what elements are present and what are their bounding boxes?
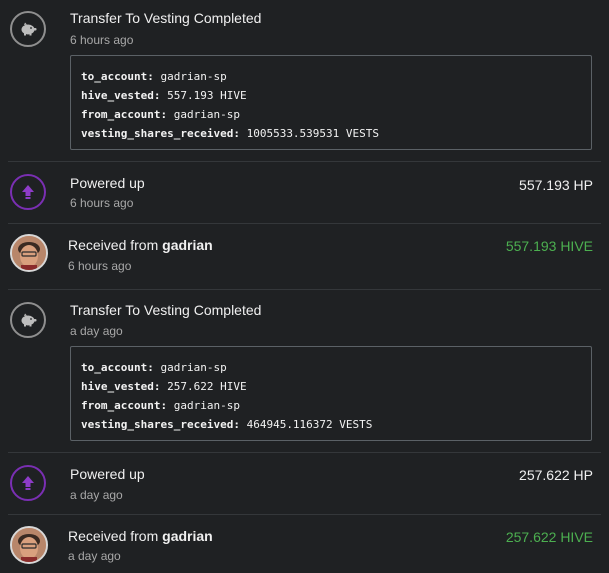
detail-row: hive_vested: 257.622 HIVE [81,377,581,396]
operation-details: to_account: gadrian-sp hive_vested: 257.… [70,346,592,441]
detail-key: from_account: [81,108,168,121]
amount: 257.622 HP [519,467,593,483]
title-prefix: Received from [68,237,159,253]
detail-key: from_account: [81,399,168,412]
detail-key: hive_vested: [81,89,161,102]
detail-value: 557.193 HIVE [167,89,247,102]
detail-row: from_account: gadrian-sp [81,105,581,124]
divider [8,514,601,515]
piggy-bank-icon [10,302,46,338]
detail-key: hive_vested: [81,380,161,393]
event-time: 6 hours ago [68,259,132,273]
detail-value: 257.622 HIVE [167,380,247,393]
amount: 557.193 HIVE [505,238,593,254]
event-time: a day ago [70,488,123,502]
detail-key: vesting_shares_received: [81,127,240,140]
event-title: Powered up [70,466,145,482]
event-time: a day ago [70,324,123,338]
detail-value: 1005533.539531 VESTS [246,127,380,140]
detail-key: vesting_shares_received: [81,418,240,431]
event-time: 6 hours ago [70,196,134,210]
detail-value: gadrian-sp [173,108,240,121]
detail-row: from_account: gadrian-sp [81,396,581,415]
detail-value: 464945.116372 VESTS [246,418,373,431]
detail-row: hive_vested: 557.193 HIVE [81,86,581,105]
arrow-up-icon [10,465,46,501]
detail-value: gadrian-sp [173,399,240,412]
piggy-bank-icon [10,11,46,47]
title-prefix: Received from [68,528,159,544]
detail-key: to_account: [81,70,154,83]
event-title: Received from gadrian [68,237,213,253]
avatar[interactable] [10,526,48,564]
divider [8,223,601,224]
detail-value: gadrian-sp [160,70,227,83]
divider [8,161,601,162]
arrow-up-icon [10,174,46,210]
sender-username[interactable]: gadrian [162,237,213,253]
detail-row: vesting_shares_received: 1005533.539531 … [81,124,581,143]
divider [8,452,601,453]
amount: 257.622 HIVE [505,529,593,545]
detail-value: gadrian-sp [160,361,227,374]
event-time: a day ago [68,549,121,563]
event-title: Received from gadrian [68,528,213,544]
detail-row: to_account: gadrian-sp [81,358,581,377]
detail-key: to_account: [81,361,154,374]
amount: 557.193 HP [519,177,593,193]
sender-username[interactable]: gadrian [162,528,213,544]
detail-row: vesting_shares_received: 464945.116372 V… [81,415,581,434]
event-title: Powered up [70,175,145,191]
activity-feed: Transfer To Vesting Completed 6 hours ag… [0,0,609,573]
avatar[interactable] [10,234,48,272]
event-title: Transfer To Vesting Completed [70,302,262,318]
operation-details: to_account: gadrian-sp hive_vested: 557.… [70,55,592,150]
event-time: 6 hours ago [70,33,134,47]
event-title: Transfer To Vesting Completed [70,10,262,26]
divider [8,289,601,290]
detail-row: to_account: gadrian-sp [81,67,581,86]
